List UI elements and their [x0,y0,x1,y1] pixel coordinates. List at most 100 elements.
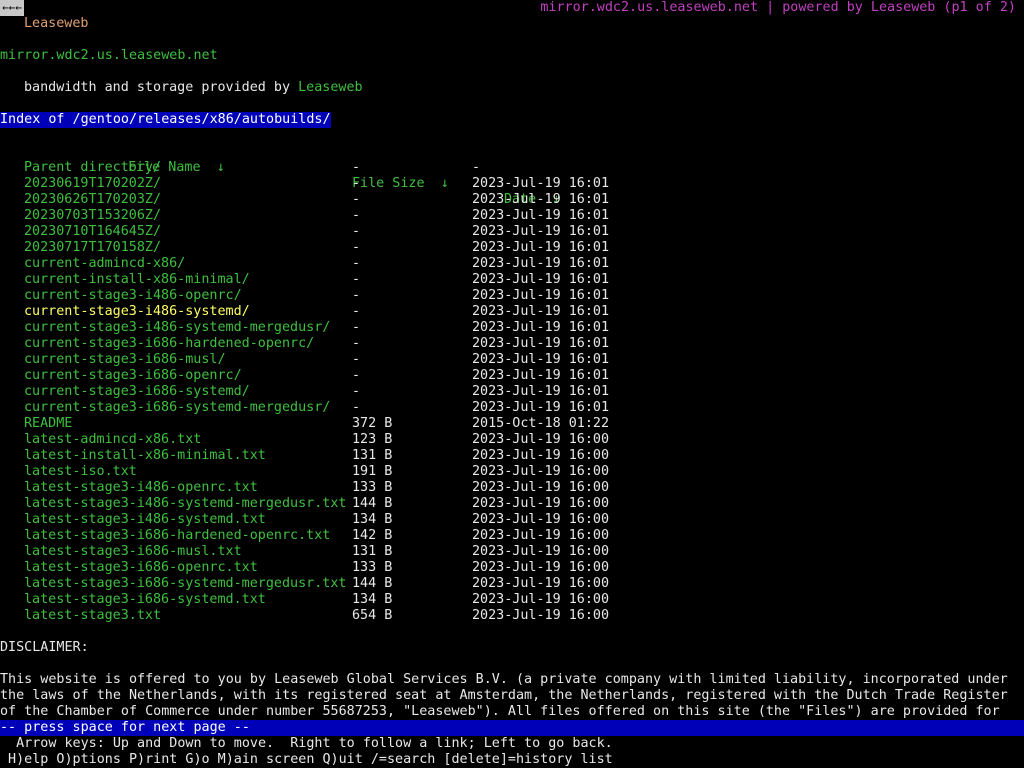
file-link[interactable]: current-admincd-x86/ [24,256,185,272]
file-link[interactable]: latest-stage3-i686-systemd.txt [24,592,266,608]
file-size: 123 B [352,432,393,447]
file-link[interactable]: 20230710T164645Z/ [24,224,161,240]
table-row: 20230703T153206Z/ - 2023-Jul-19 16:01 [0,208,1024,224]
table-row: current-admincd-x86/ - 2023-Jul-19 16:01 [0,256,1024,272]
table-row: README 372 B 2015-Oct-18 01:22 [0,416,1024,432]
file-link[interactable]: latest-iso.txt [24,464,137,480]
table-row: 20230626T170203Z/ - 2023-Jul-19 16:01 [0,192,1024,208]
file-date: 2023-Jul-19 16:01 [472,400,610,415]
table-row: current-stage3-i686-openrc/ - 2023-Jul-19 … [0,368,1024,384]
table-row: current-stage3-i686-systemd/ - 2023-Jul-19… [0,384,1024,400]
table-row: latest-install-x86-minimal.txt 131 B 2023-… [0,448,1024,464]
file-size: - [352,240,361,255]
file-link[interactable]: current-stage3-i486-systemd/ [24,304,250,320]
file-size: 134 B [352,592,393,607]
table-row: 20230717T170158Z/ - 2023-Jul-19 16:01 [0,240,1024,256]
file-date: 2023-Jul-19 16:00 [472,560,610,575]
table-row: latest-stage3-i686-musl.txt 131 B 2023-Jul… [0,544,1024,560]
file-date: 2023-Jul-19 16:01 [472,240,610,255]
table-row: current-stage3-i486-systemd/ - 2023-Jul-19… [0,304,1024,320]
file-size: - [352,384,361,399]
file-link[interactable]: latest-stage3.txt [24,608,161,624]
file-date: 2023-Jul-19 16:01 [472,384,610,399]
file-date: 2023-Jul-19 16:00 [472,608,610,623]
file-date: 2023-Jul-19 16:00 [472,512,610,527]
file-size: - [352,208,361,223]
file-size: 131 B [352,544,393,559]
file-date: 2023-Jul-19 16:00 [472,544,610,559]
file-size: 133 B [352,560,393,575]
file-link[interactable]: README [24,416,72,432]
index-title: Index of /gentoo/releases/x86/autobuilds… [0,112,331,128]
table-row: latest-stage3-i686-systemd.txt 134 B 2023-… [0,592,1024,608]
help-line-1: Arrow keys: Up and Down to move. Right t… [0,736,613,751]
file-size: 144 B [352,496,393,511]
table-row: latest-stage3-i686-openrc.txt 133 B 2023-J… [0,560,1024,576]
table-row: latest-stage3-i486-systemd-mergedusr.txt… [0,496,1024,512]
file-link[interactable]: Parent directory/ [24,160,161,176]
file-size: - [352,400,361,415]
back-button[interactable]: ←←← [0,0,24,16]
file-date: 2015-Oct-18 01:22 [472,416,610,431]
site-name-link[interactable]: Leaseweb [24,16,89,32]
file-link[interactable]: current-stage3-i486-openrc/ [24,288,242,304]
table-row: latest-stage3.txt 654 B 2023-Jul-19 16:00 [0,608,1024,624]
file-size: - [352,272,361,287]
file-link[interactable]: 20230626T170203Z/ [24,192,161,208]
page-title: mirror.wdc2.us.leaseweb.net | powered by… [540,0,1016,15]
file-link[interactable]: current-stage3-i686-systemd/ [24,384,250,400]
file-link[interactable]: latest-stage3-i686-musl.txt [24,544,242,560]
file-date: 2023-Jul-19 16:00 [472,528,610,543]
file-size: - [352,192,361,207]
file-date: 2023-Jul-19 16:01 [472,352,610,367]
file-link[interactable]: latest-stage3-i486-systemd-mergedusr.txt [24,496,346,512]
file-link[interactable]: current-stage3-i686-systemd-mergedusr/ [24,400,330,416]
file-date: 2023-Jul-19 16:00 [472,432,610,447]
file-link[interactable]: current-stage3-i686-hardened-openrc/ [24,336,314,352]
file-link[interactable]: 20230703T153206Z/ [24,208,161,224]
file-link[interactable]: current-stage3-i486-systemd-mergedusr/ [24,320,330,336]
table-row: 20230710T164645Z/ - 2023-Jul-19 16:01 [0,224,1024,240]
file-size: 142 B [352,528,393,543]
host-heading: mirror.wdc2.us.leaseweb.net [0,48,218,63]
file-date: 2023-Jul-19 16:00 [472,480,610,495]
file-link[interactable]: latest-stage3-i486-openrc.txt [24,480,258,496]
file-link[interactable]: 20230717T170158Z/ [24,240,161,256]
file-size: 144 B [352,576,393,591]
table-row: current-install-x86-minimal/ - 2023-Jul-19… [0,272,1024,288]
file-link[interactable]: current-stage3-i686-musl/ [24,352,226,368]
file-date: 2023-Jul-19 16:01 [472,336,610,351]
file-date: 2023-Jul-19 16:01 [472,288,610,303]
file-date: 2023-Jul-19 16:01 [472,320,610,335]
leaseweb-link[interactable]: Leaseweb [298,80,363,95]
file-size: - [352,320,361,335]
file-size: - [352,176,361,191]
file-date: 2023-Jul-19 16:00 [472,592,610,607]
disclaimer-line: the laws of the Netherlands, with its re… [0,688,1008,703]
table-row: Parent directory/ - - [0,160,1024,176]
file-size: 131 B [352,448,393,463]
next-page-bar: -- press space for next page -- [0,720,1024,736]
file-size: - [352,336,361,351]
disclaimer-line: of the Chamber of Commerce under number … [0,704,1000,719]
file-link[interactable]: current-stage3-i686-openrc/ [24,368,242,384]
file-link[interactable]: latest-stage3-i686-systemd-mergedusr.txt [24,576,346,592]
table-row: latest-stage3-i486-systemd.txt 134 B 2023-… [0,512,1024,528]
file-link[interactable]: latest-admincd-x86.txt [24,432,201,448]
provided-by-text: bandwidth and storage provided by Leasew… [24,80,363,96]
file-link[interactable]: latest-install-x86-minimal.txt [24,448,266,464]
file-link[interactable]: latest-stage3-i686-openrc.txt [24,560,258,576]
file-date: 2023-Jul-19 16:00 [472,464,610,479]
file-date: 2023-Jul-19 16:00 [472,576,610,591]
file-link[interactable]: 20230619T170202Z/ [24,176,161,192]
file-link[interactable]: current-install-x86-minimal/ [24,272,250,288]
file-date: 2023-Jul-19 16:01 [472,208,610,223]
file-date: 2023-Jul-19 16:01 [472,368,610,383]
file-date: 2023-Jul-19 16:01 [472,224,610,239]
file-size: 654 B [352,608,393,623]
file-size: 372 B [352,416,393,431]
file-link[interactable]: latest-stage3-i486-systemd.txt [24,512,266,528]
file-size: 134 B [352,512,393,527]
file-size: 133 B [352,480,393,495]
file-link[interactable]: latest-stage3-i686-hardened-openrc.txt [24,528,330,544]
